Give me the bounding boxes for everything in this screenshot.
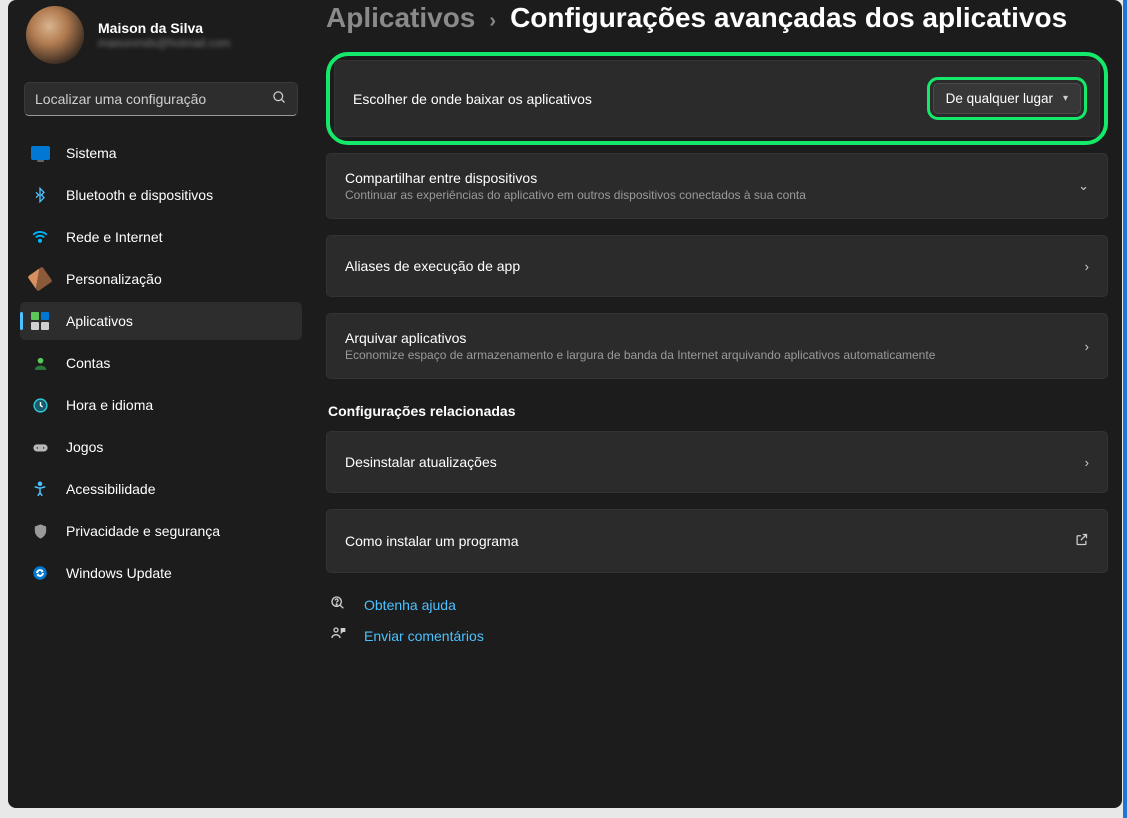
main-content: Aplicativos › Configurações avançadas do… bbox=[314, 0, 1122, 808]
profile-info: Maison da Silva maisonmds@hotmail.com bbox=[98, 20, 230, 50]
sidebar-item-time[interactable]: Hora e idioma bbox=[20, 386, 302, 424]
profile-email: maisonmds@hotmail.com bbox=[98, 38, 230, 50]
sidebar-item-privacy[interactable]: Privacidade e segurança bbox=[20, 512, 302, 550]
sidebar-item-accounts[interactable]: Contas bbox=[20, 344, 302, 382]
link-label: Enviar comentários bbox=[364, 628, 484, 644]
sidebar-item-label: Acessibilidade bbox=[66, 481, 156, 497]
avatar bbox=[26, 6, 84, 64]
feedback-icon bbox=[328, 626, 348, 645]
breadcrumb-parent[interactable]: Aplicativos bbox=[326, 2, 475, 34]
footer-links: Obtenha ajuda Enviar comentários bbox=[326, 577, 1108, 685]
nav: Sistema Bluetooth e dispositivos Rede e … bbox=[14, 134, 308, 592]
sidebar-item-label: Rede e Internet bbox=[66, 229, 163, 245]
sidebar-item-network[interactable]: Rede e Internet bbox=[20, 218, 302, 256]
chevron-down-icon: ▾ bbox=[1063, 93, 1068, 104]
download-source-dropdown[interactable]: De qualquer lugar ▾ bbox=[933, 83, 1081, 114]
sidebar-item-label: Windows Update bbox=[66, 565, 172, 581]
chevron-right-icon: › bbox=[1085, 455, 1089, 470]
external-link-icon bbox=[1074, 532, 1089, 550]
sidebar-item-label: Sistema bbox=[66, 145, 117, 161]
sidebar-item-bluetooth[interactable]: Bluetooth e dispositivos bbox=[20, 176, 302, 214]
system-icon bbox=[30, 143, 50, 163]
sidebar-item-system[interactable]: Sistema bbox=[20, 134, 302, 172]
sidebar-item-gaming[interactable]: Jogos bbox=[20, 428, 302, 466]
sidebar-item-update[interactable]: Windows Update bbox=[20, 554, 302, 592]
profile-block[interactable]: Maison da Silva maisonmds@hotmail.com bbox=[14, 0, 308, 82]
window-border bbox=[1123, 0, 1127, 818]
setting-title: Desinstalar atualizações bbox=[345, 454, 1071, 470]
setting-uninstall-updates[interactable]: Desinstalar atualizações › bbox=[326, 431, 1108, 493]
bluetooth-icon bbox=[30, 185, 50, 205]
sidebar-item-personalization[interactable]: Personalização bbox=[20, 260, 302, 298]
help-icon bbox=[328, 595, 348, 614]
breadcrumb: Aplicativos › Configurações avançadas do… bbox=[326, 0, 1108, 52]
search-box[interactable] bbox=[24, 82, 298, 116]
profile-name: Maison da Silva bbox=[98, 20, 230, 36]
chevron-down-icon: ⌄ bbox=[1078, 178, 1089, 194]
sidebar: Maison da Silva maisonmds@hotmail.com Si… bbox=[8, 0, 314, 808]
person-icon bbox=[30, 353, 50, 373]
sidebar-item-label: Contas bbox=[66, 355, 110, 371]
setting-choose-download-source: Escolher de onde baixar os aplicativos D… bbox=[334, 60, 1100, 137]
paintbrush-icon bbox=[30, 269, 50, 289]
page-title: Configurações avançadas dos aplicativos bbox=[510, 2, 1067, 34]
setting-share-across-devices[interactable]: Compartilhar entre dispositivos Continua… bbox=[326, 153, 1108, 219]
update-icon bbox=[30, 563, 50, 583]
setting-app-aliases[interactable]: Aliases de execução de app › bbox=[326, 235, 1108, 297]
sidebar-item-label: Hora e idioma bbox=[66, 397, 153, 413]
setting-title: Escolher de onde baixar os aplicativos bbox=[353, 91, 919, 107]
search-icon bbox=[272, 90, 287, 108]
shield-icon bbox=[30, 521, 50, 541]
accessibility-icon bbox=[30, 479, 50, 499]
chevron-right-icon: › bbox=[1085, 339, 1089, 354]
setting-title: Arquivar aplicativos bbox=[345, 330, 1071, 346]
sidebar-item-label: Aplicativos bbox=[66, 313, 133, 329]
setting-title: Como instalar um programa bbox=[345, 533, 1060, 549]
apps-icon bbox=[30, 311, 50, 331]
setting-subtitle: Economize espaço de armazenamento e larg… bbox=[345, 348, 1071, 362]
setting-how-to-install[interactable]: Como instalar um programa bbox=[326, 509, 1108, 573]
clock-icon bbox=[30, 395, 50, 415]
sidebar-item-label: Jogos bbox=[66, 439, 103, 455]
chevron-right-icon: › bbox=[489, 10, 496, 33]
sidebar-item-label: Personalização bbox=[66, 271, 162, 287]
link-label: Obtenha ajuda bbox=[364, 597, 456, 613]
sidebar-item-label: Privacidade e segurança bbox=[66, 523, 220, 539]
setting-archive-apps[interactable]: Arquivar aplicativos Economize espaço de… bbox=[326, 313, 1108, 379]
sidebar-item-apps[interactable]: Aplicativos bbox=[20, 302, 302, 340]
chevron-right-icon: › bbox=[1085, 259, 1089, 274]
get-help-link[interactable]: Obtenha ajuda bbox=[328, 595, 1106, 614]
search-input[interactable] bbox=[35, 91, 272, 107]
sidebar-item-label: Bluetooth e dispositivos bbox=[66, 187, 213, 203]
sidebar-item-accessibility[interactable]: Acessibilidade bbox=[20, 470, 302, 508]
dropdown-value: De qualquer lugar bbox=[946, 91, 1053, 106]
settings-window: Maison da Silva maisonmds@hotmail.com Si… bbox=[8, 0, 1122, 808]
gamepad-icon bbox=[30, 437, 50, 457]
setting-title: Compartilhar entre dispositivos bbox=[345, 170, 1064, 186]
wifi-icon bbox=[30, 227, 50, 247]
highlighted-setting: Escolher de onde baixar os aplicativos D… bbox=[326, 52, 1108, 145]
setting-title: Aliases de execução de app bbox=[345, 258, 1071, 274]
related-settings-heading: Configurações relacionadas bbox=[326, 383, 1108, 431]
send-feedback-link[interactable]: Enviar comentários bbox=[328, 626, 1106, 645]
setting-subtitle: Continuar as experiências do aplicativo … bbox=[345, 188, 1064, 202]
